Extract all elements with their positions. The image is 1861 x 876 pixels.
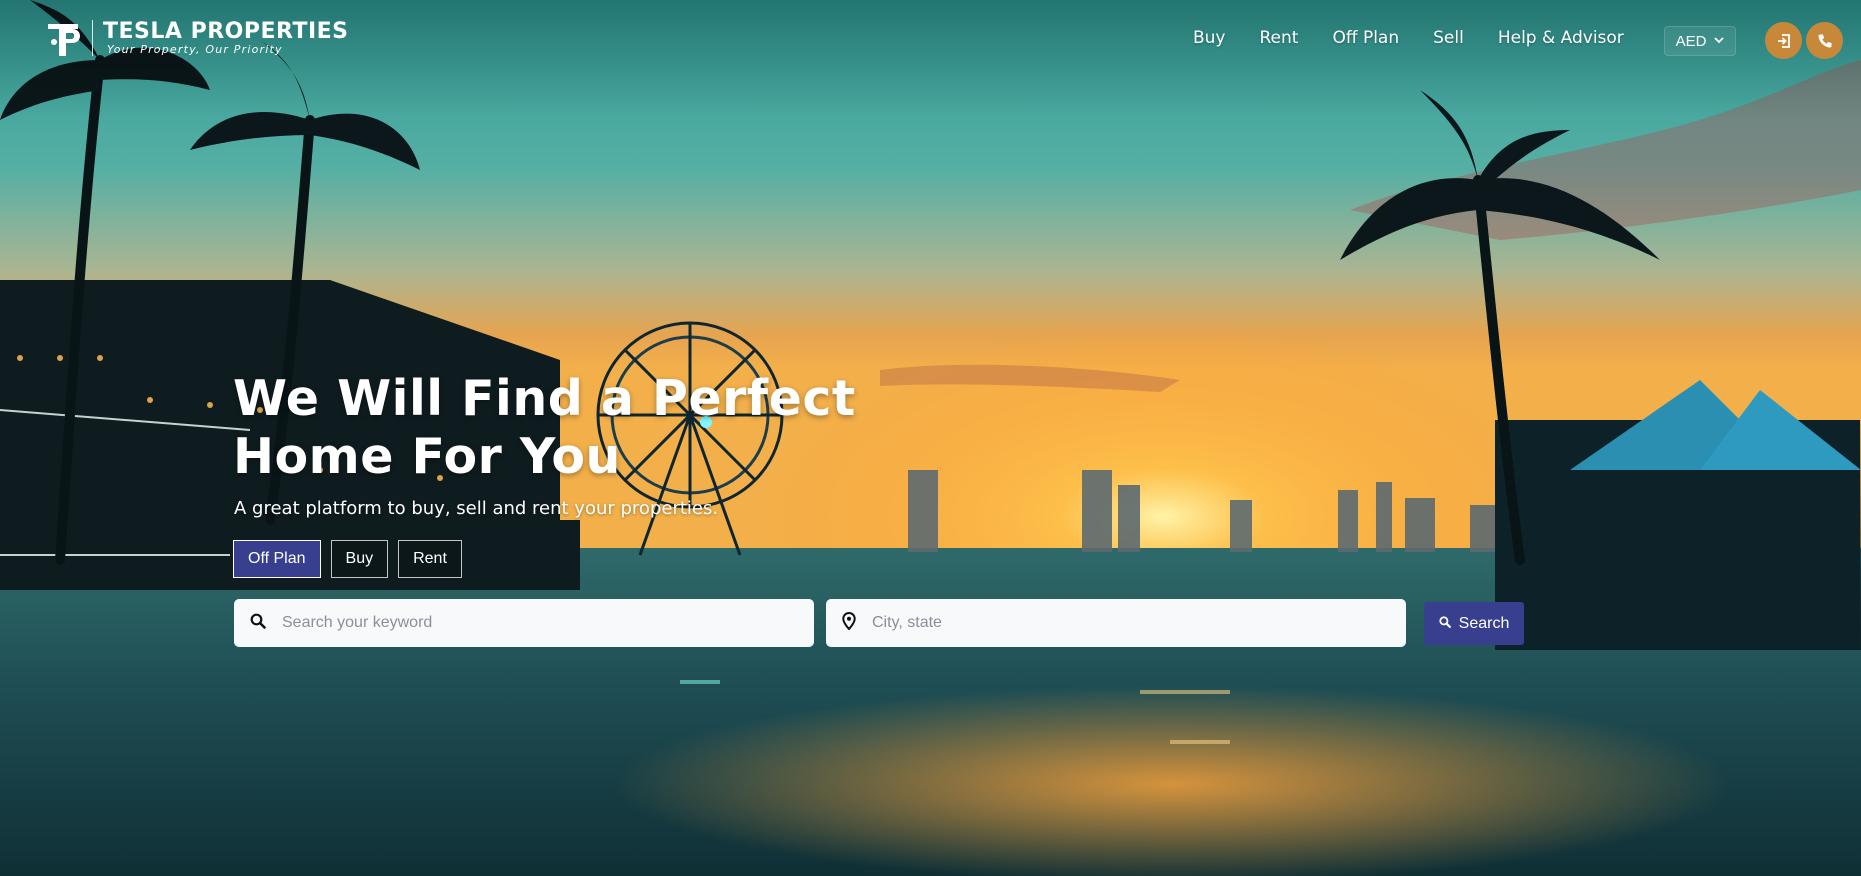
nav-link-help-advisor[interactable]: Help & Advisor xyxy=(1498,28,1624,48)
main-nav: Buy Rent Off Plan Sell Help & Advisor xyxy=(1193,28,1624,48)
currency-value: AED xyxy=(1675,32,1707,50)
brand-tagline: Your Property, Our Priority xyxy=(107,43,283,56)
logo-text: TESLA PROPERTIES Your Property, Our Prio… xyxy=(103,20,349,56)
hero-section: TESLA PROPERTIES Your Property, Our Prio… xyxy=(0,0,1861,876)
phone-button[interactable] xyxy=(1806,22,1843,59)
nav-link-off-plan[interactable]: Off Plan xyxy=(1332,28,1399,48)
location-field xyxy=(826,599,1406,647)
keyword-field xyxy=(234,599,814,647)
logo-divider xyxy=(92,20,93,56)
tab-buy[interactable]: Buy xyxy=(330,540,389,578)
tab-off-plan[interactable]: Off Plan xyxy=(233,540,321,578)
search-button-label: Search xyxy=(1458,614,1510,632)
tab-rent[interactable]: Rent xyxy=(398,540,462,578)
currency-select[interactable]: AED xyxy=(1664,26,1736,56)
property-type-tabs: Off Plan Buy Rent xyxy=(233,540,462,578)
hero-headline-line-1: We Will Find a Perfect xyxy=(233,370,856,427)
hero-headline-line-2: Home For You xyxy=(233,428,621,485)
phone-icon xyxy=(1817,33,1833,49)
login-icon xyxy=(1776,33,1792,49)
nav-link-sell[interactable]: Sell xyxy=(1433,28,1464,48)
search-button[interactable]: Search xyxy=(1424,602,1524,645)
keyword-search-input[interactable] xyxy=(280,613,784,633)
brand-logo[interactable]: TESLA PROPERTIES Your Property, Our Prio… xyxy=(44,18,349,58)
nav-link-rent[interactable]: Rent xyxy=(1260,28,1299,48)
login-button[interactable] xyxy=(1765,22,1802,59)
location-search-input[interactable] xyxy=(870,613,1374,633)
search-bar: Search xyxy=(234,599,1524,647)
logo-icon xyxy=(44,18,82,58)
brand-name: TESLA PROPERTIES xyxy=(103,19,349,44)
location-pin-icon xyxy=(842,611,856,635)
search-icon xyxy=(1439,615,1451,633)
hero-subheadline: A great platform to buy, sell and rent y… xyxy=(234,498,719,519)
hero-headline: We Will Find a Perfect Home For You xyxy=(233,370,856,486)
chevron-down-icon xyxy=(1714,36,1725,47)
nav-link-buy[interactable]: Buy xyxy=(1193,28,1226,48)
search-icon xyxy=(250,613,266,634)
